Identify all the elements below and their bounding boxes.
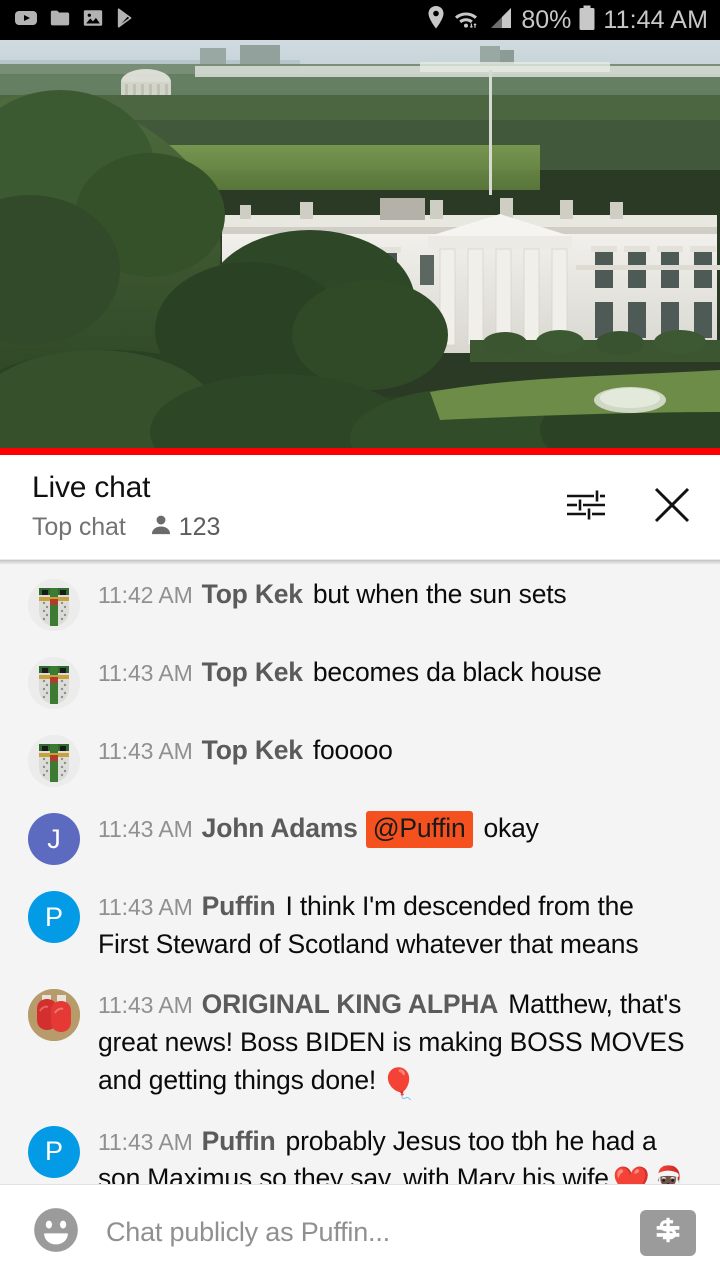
- avatar-initial: P: [44, 1136, 63, 1166]
- message-text: okay: [483, 813, 539, 843]
- avatar[interactable]: [28, 657, 80, 709]
- location-icon: [426, 5, 446, 36]
- video-player[interactable]: [0, 40, 720, 455]
- white-house-video-frame: [0, 40, 720, 455]
- chat-mode-label[interactable]: Top chat: [32, 513, 126, 542]
- tune-icon: [564, 485, 608, 530]
- message-author[interactable]: Top Kek: [202, 735, 303, 765]
- templar-helmet-avatar-art: [28, 579, 80, 631]
- page-title: Live chat: [32, 471, 151, 505]
- status-bar-notification-icons: [14, 6, 137, 35]
- avatar[interactable]: [28, 735, 80, 787]
- super-chat-button[interactable]: [640, 1209, 696, 1256]
- message-author[interactable]: ORIGINAL KING ALPHA: [202, 989, 499, 1019]
- emoji-picker-button[interactable]: [30, 1207, 82, 1259]
- live-chat-header-text-group: Live chat Top chat 123: [32, 471, 562, 543]
- status-bar: 80% 11:44 AM: [0, 0, 720, 40]
- avatar-initial: J: [47, 823, 61, 854]
- message-timestamp: 11:43 AM: [98, 1128, 193, 1155]
- message-emoji: 🎈: [380, 1067, 418, 1101]
- status-bar-system-icons: 80% 11:44 AM: [426, 5, 708, 36]
- message-body: 11:43 AM Puffin I think I'm descended from…: [98, 887, 690, 963]
- image-icon: [82, 7, 104, 34]
- dollar-icon: [651, 1213, 685, 1252]
- message-text: fooooo: [312, 735, 393, 765]
- chat-message-container: 11:42 AM Top Kek but when the sun sets 11:…: [0, 564, 720, 1184]
- signal-icon: [488, 6, 514, 35]
- close-icon: [650, 483, 694, 532]
- avatar[interactable]: P: [28, 1125, 80, 1178]
- chat-input[interactable]: [106, 1217, 628, 1248]
- live-chat-header: Live chat Top chat 123: [0, 455, 720, 560]
- message-author[interactable]: Puffin: [202, 891, 276, 921]
- message-body: 11:43 AM John Adams @Puffin okay: [98, 809, 690, 849]
- wifi-icon: [453, 6, 481, 35]
- chat-message[interactable]: 11:43 AM Top Kek becomes da black house: [0, 642, 720, 720]
- message-text: but when the sun sets: [312, 579, 567, 609]
- message-author[interactable]: Top Kek: [202, 579, 303, 609]
- message-timestamp: 11:43 AM: [98, 816, 193, 842]
- chat-subheader: Top chat 123: [32, 512, 562, 543]
- battery-percent-label: 80%: [521, 5, 572, 34]
- message-timestamp: 11:43 AM: [98, 738, 193, 764]
- message-body: 11:43 AM Puffin probably Jesus too tbh he …: [98, 1122, 690, 1185]
- message-body: 11:42 AM Top Kek but when the sun sets: [98, 575, 690, 614]
- message-timestamp: 11:43 AM: [98, 894, 193, 920]
- close-chat-button[interactable]: [648, 483, 696, 531]
- message-text: becomes da black house: [312, 657, 602, 687]
- message-author[interactable]: John Adams: [202, 813, 358, 843]
- message-body: 11:43 AM Top Kek fooooo: [98, 731, 690, 770]
- person-icon: [148, 512, 174, 543]
- chat-message[interactable]: 11:43 AM ORIGINAL KING ALPHA Matthew, that…: [0, 974, 720, 1110]
- battery-icon: [578, 5, 596, 36]
- clock-label: 11:44 AM: [603, 5, 708, 34]
- chat-message[interactable]: 11:43 AM Top Kek fooooo: [0, 720, 720, 798]
- chat-message-list[interactable]: 11:42 AM Top Kek but when the sun sets 11:…: [0, 560, 720, 1184]
- avatar[interactable]: J: [28, 813, 80, 865]
- message-author[interactable]: Top Kek: [202, 657, 303, 687]
- message-timestamp: 11:43 AM: [98, 992, 193, 1019]
- message-timestamp: 11:43 AM: [98, 660, 193, 686]
- chat-message[interactable]: J 11:43 AM John Adams @Puffin okay: [0, 798, 720, 876]
- templar-helmet-avatar-art: [28, 657, 80, 709]
- message-body: 11:43 AM Top Kek becomes da black house: [98, 653, 690, 692]
- viewer-count-group: 123: [148, 512, 221, 543]
- video-progress-track[interactable]: [0, 448, 720, 455]
- chat-message[interactable]: 11:42 AM Top Kek but when the sun sets: [0, 564, 720, 642]
- chat-message[interactable]: P 11:43 AM Puffin I think I'm descended fro…: [0, 876, 720, 974]
- message-author[interactable]: Puffin: [202, 1126, 276, 1156]
- message-timestamp: 11:42 AM: [98, 582, 193, 608]
- video-progress-played: [0, 448, 720, 455]
- avatar[interactable]: [28, 989, 80, 1042]
- emoji-smiley-icon: [31, 1205, 81, 1260]
- avatar[interactable]: P: [28, 891, 80, 943]
- chat-composer: [0, 1184, 720, 1280]
- avatar-initial: P: [44, 901, 63, 932]
- youtube-icon: [14, 6, 38, 35]
- play-store-icon: [115, 7, 137, 34]
- message-body: 11:43 AM ORIGINAL KING ALPHA Matthew, that…: [98, 985, 690, 1099]
- chat-message[interactable]: P 11:43 AM Puffin probably Jesus too tbh he…: [0, 1111, 720, 1185]
- message-emoji: ❤️🎅🏿: [612, 1166, 688, 1184]
- viewer-count-label: 123: [178, 512, 221, 541]
- list-top-shadow: [0, 560, 720, 565]
- youtube-live-chat-screen: 80% 11:44 AM Live chat Top chat 123 11:4…: [0, 0, 720, 1280]
- folder-icon: [49, 7, 71, 34]
- chat-header-actions: [562, 483, 696, 531]
- templar-helmet-avatar-art: [28, 735, 80, 787]
- chat-filter-button[interactable]: [562, 483, 610, 531]
- mention-chip[interactable]: @Puffin: [365, 811, 473, 849]
- avatar[interactable]: [28, 579, 80, 631]
- boxing-gloves-avatar-art: [28, 989, 80, 1042]
